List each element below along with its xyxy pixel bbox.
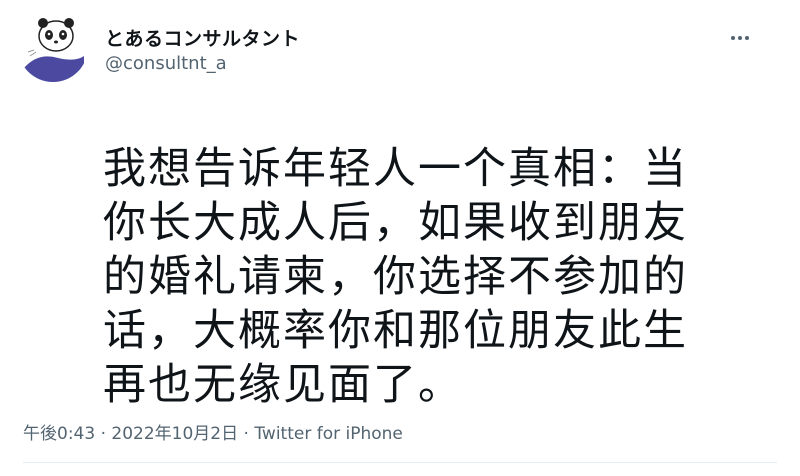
meta-separator: ·: [100, 424, 106, 444]
more-horizontal-icon: [731, 36, 735, 40]
avatar[interactable]: [18, 12, 88, 82]
more-options-button[interactable]: [724, 28, 756, 48]
tweet-text: 我想告诉年轻人一个真相：当 你长大成人后，如果收到朋友 的婚礼请柬，你选择不参加…: [103, 144, 688, 410]
tweet-meta: 午後0:43 · 2022年10月2日 · Twitter for iPhone: [23, 419, 403, 444]
tweet-date-link[interactable]: 2022年10月2日: [111, 424, 238, 444]
author-handle[interactable]: @consultnt_a: [105, 53, 227, 74]
author-display-name[interactable]: とあるコンサルタント: [105, 24, 300, 51]
divider: [23, 462, 777, 463]
meta-separator: ·: [243, 424, 249, 444]
more-horizontal-icon: [738, 36, 742, 40]
panda-avatar-icon: [18, 12, 88, 82]
tweet-source-link[interactable]: Twitter for iPhone: [254, 424, 403, 444]
tweet-time-link[interactable]: 午後0:43: [23, 424, 95, 444]
more-horizontal-icon: [745, 36, 749, 40]
tweet-card: とあるコンサルタント @consultnt_a 我想告诉年轻人一个真相：当 你长…: [0, 0, 800, 476]
